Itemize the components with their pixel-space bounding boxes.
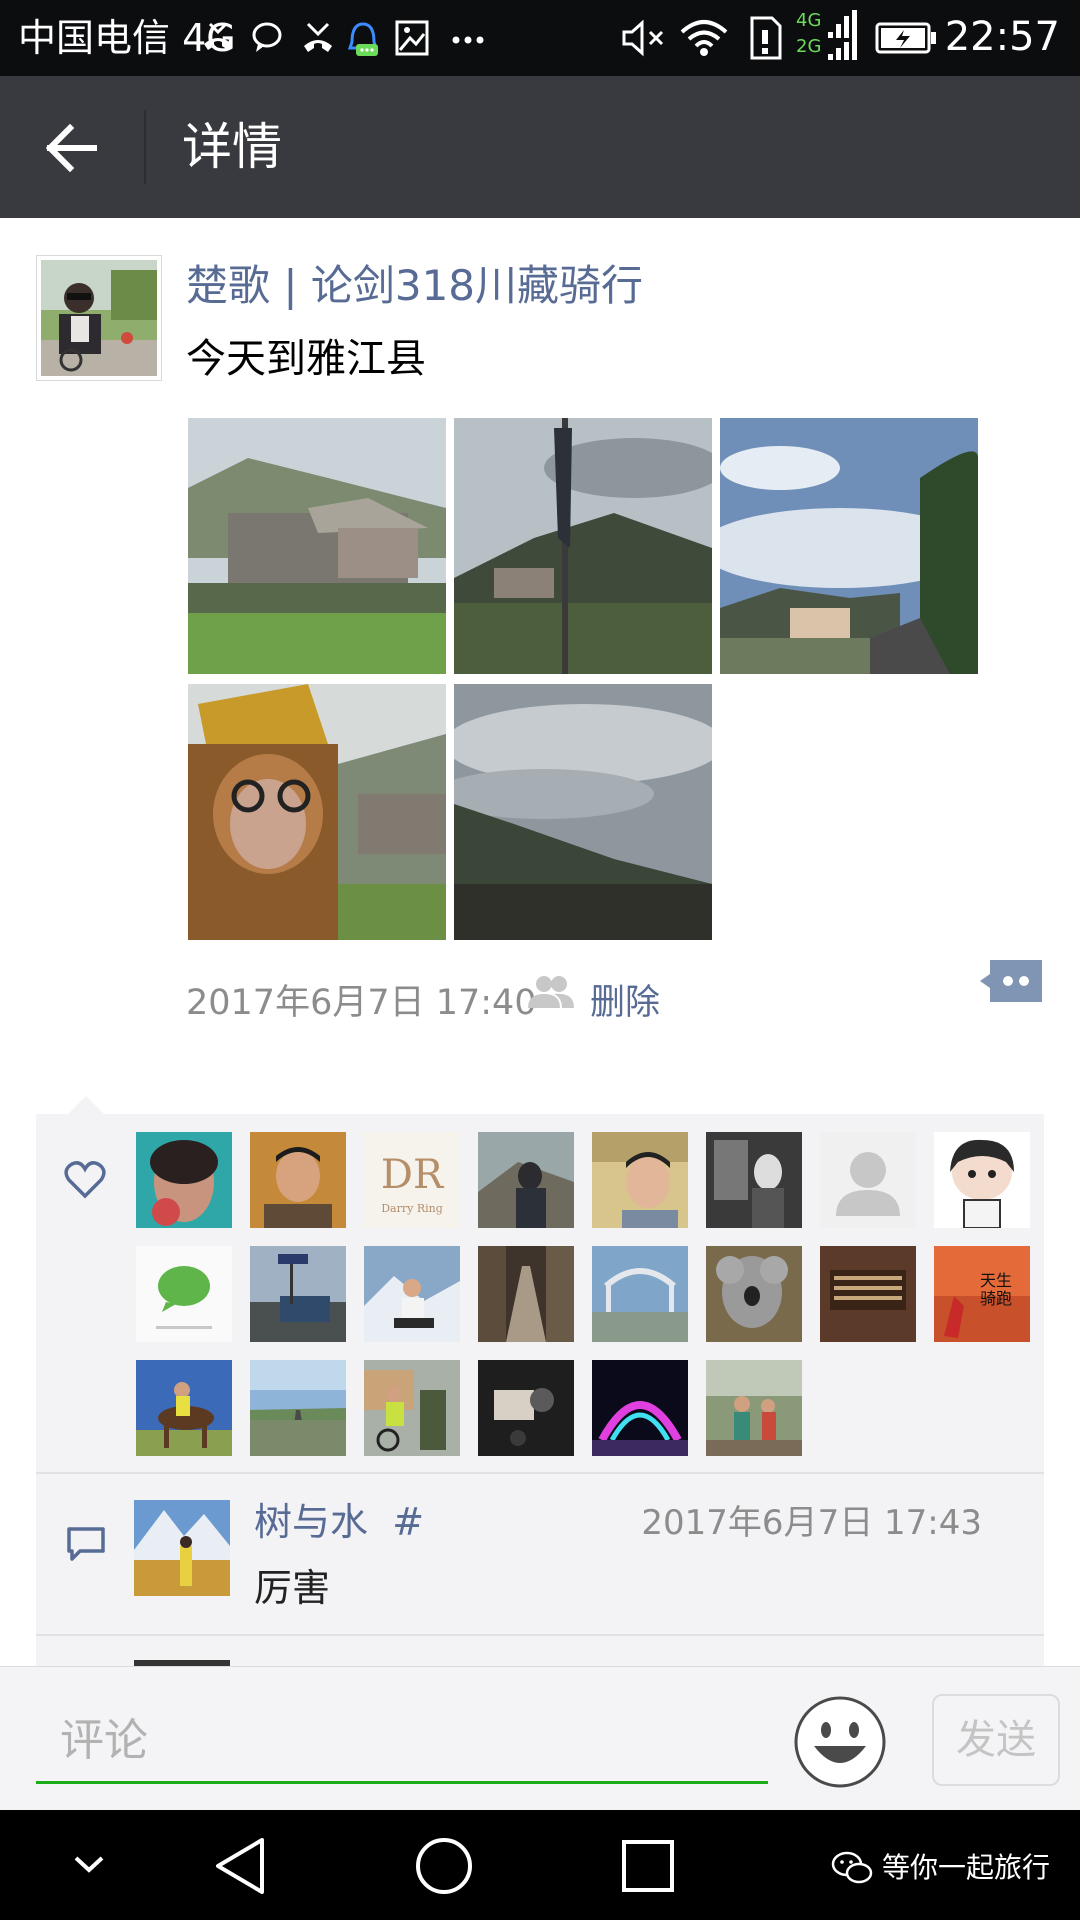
liker-avatar[interactable]: [364, 1246, 460, 1342]
comment-divider: [36, 1634, 1044, 1636]
likes-comments-divider: [36, 1472, 1044, 1474]
liker-avatar[interactable]: [706, 1132, 802, 1228]
svg-text:Darry Ring: Darry Ring: [381, 1202, 443, 1215]
liker-avatar[interactable]: [820, 1132, 916, 1228]
signal-icon: 4G 2G: [796, 10, 857, 60]
comment-icon: [67, 1527, 105, 1561]
sim-icon: [750, 16, 782, 60]
liker-avatar[interactable]: [820, 1246, 916, 1342]
liker-avatar[interactable]: 天生 骑跑: [934, 1246, 1030, 1342]
network-badge-2g: 2G: [796, 36, 821, 57]
title-bar: 详情: [0, 76, 1080, 218]
watermark-text: 等你一起旅行: [882, 1851, 1051, 1884]
post-photo-5[interactable]: [454, 684, 712, 940]
qq-icon: [347, 22, 379, 56]
svg-text:骑跑: 骑跑: [980, 1289, 1012, 1308]
liker-avatar[interactable]: [934, 1132, 1030, 1228]
home-circle-icon[interactable]: [414, 1836, 474, 1896]
post-photo-1[interactable]: [188, 418, 446, 674]
liker-avatar[interactable]: [592, 1360, 688, 1456]
mute-icon: [622, 19, 664, 57]
comment-author-name[interactable]: 树与水: [254, 1500, 368, 1544]
group-icon[interactable]: [526, 974, 576, 1010]
post-photo-2[interactable]: [454, 418, 712, 674]
liker-avatar[interactable]: [136, 1132, 232, 1228]
clock: 22:57: [944, 14, 1060, 60]
watermark: 等你一起旅行: [830, 1846, 1050, 1890]
comment-author[interactable]: 树与水 #: [254, 1496, 424, 1548]
liker-avatar[interactable]: [592, 1246, 688, 1342]
heart-icon: [64, 1161, 106, 1199]
author-avatar[interactable]: [36, 255, 162, 381]
liker-avatar[interactable]: [250, 1360, 346, 1456]
post-text: 今天到雅江县: [186, 336, 426, 382]
page-title: 详情: [182, 118, 282, 176]
post-photo-4[interactable]: [188, 684, 446, 940]
liker-avatar[interactable]: [706, 1246, 802, 1342]
author-name[interactable]: 楚歌 | 论剑318川藏骑行: [186, 258, 643, 314]
image-icon: [395, 20, 429, 56]
liker-avatar[interactable]: [478, 1360, 574, 1456]
comment-menu-icon[interactable]: [978, 958, 1044, 1004]
liker-avatar[interactable]: DR Darry Ring: [364, 1132, 460, 1228]
emoji-icon[interactable]: [792, 1694, 888, 1790]
interaction-box-pointer: [68, 1096, 104, 1114]
wifi-icon: [680, 20, 728, 56]
network-badge-4g: 4G: [796, 10, 821, 31]
comment-text[interactable]: 厉害: [254, 1562, 330, 1614]
send-button[interactable]: 发送: [932, 1694, 1060, 1786]
liker-avatar[interactable]: [592, 1132, 688, 1228]
svg-text:天生: 天生: [980, 1271, 1012, 1290]
recents-square-icon[interactable]: [620, 1838, 676, 1894]
liker-avatar[interactable]: [706, 1360, 802, 1456]
battery-icon: [875, 22, 936, 54]
comment-timestamp: 2017年6月7日 17:43: [641, 1503, 982, 1543]
liker-avatar[interactable]: [478, 1132, 574, 1228]
back-arrow-icon[interactable]: [44, 120, 100, 176]
title-divider: [144, 110, 146, 184]
chat-bubble-icon: [252, 22, 282, 52]
more-icon: [452, 36, 484, 44]
liker-avatar[interactable]: [136, 1246, 232, 1342]
liker-avatar[interactable]: [136, 1360, 232, 1456]
back-triangle-icon[interactable]: [212, 1836, 268, 1896]
svg-text:DR: DR: [381, 1152, 445, 1198]
delete-link[interactable]: 删除: [590, 978, 660, 1028]
liker-avatar[interactable]: [478, 1246, 574, 1342]
status-bar: 中国电信 4G 4G 2G 22:57: [0, 0, 1080, 76]
liker-avatar[interactable]: [250, 1132, 346, 1228]
comment-input[interactable]: [36, 1700, 768, 1784]
chevron-down-icon[interactable]: [72, 1852, 106, 1876]
comment-author-suffix: #: [392, 1500, 425, 1544]
missed-call-icon: [204, 22, 232, 50]
post-photo-3[interactable]: [720, 418, 978, 674]
liker-avatar[interactable]: [250, 1246, 346, 1342]
commenter-avatar[interactable]: [134, 1500, 230, 1596]
wechat-official-icon: [831, 1851, 873, 1884]
liker-avatar[interactable]: [364, 1360, 460, 1456]
author-avatar-image: [41, 260, 157, 376]
missed-call-icon: [304, 22, 332, 52]
post-timestamp: 2017年6月7日 17:40: [186, 983, 537, 1023]
